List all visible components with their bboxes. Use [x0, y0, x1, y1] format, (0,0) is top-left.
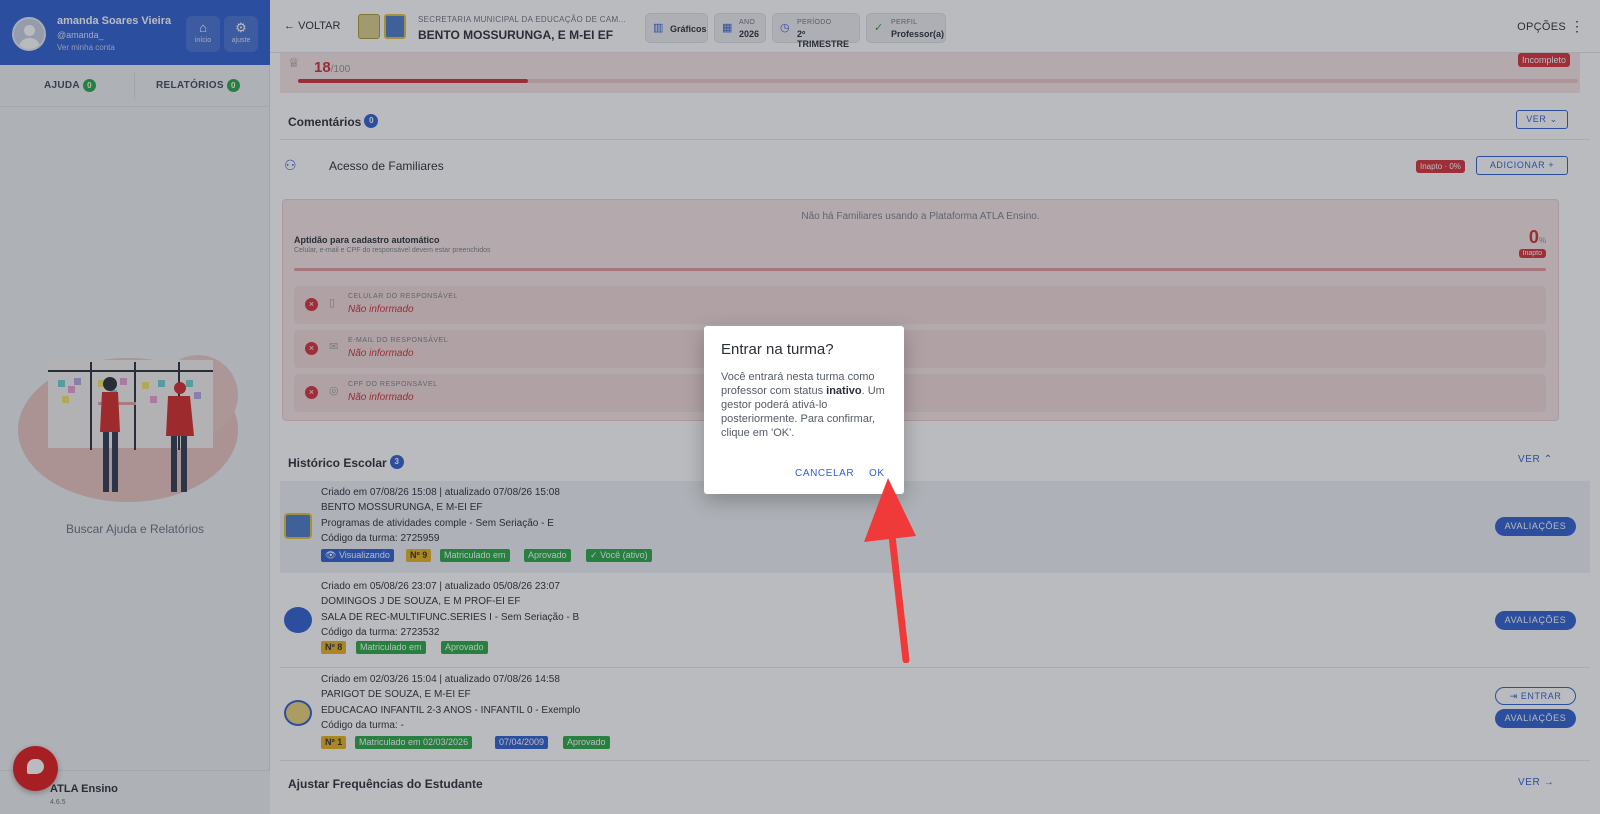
- cancel-button[interactable]: CANCELAR: [795, 468, 854, 479]
- dialog-body: Você entrará nesta turma como professor …: [721, 370, 893, 440]
- app-root: amanda Soares Vieira @amanda_ Ver minha …: [0, 0, 1600, 814]
- dialog-title: Entrar na turma?: [721, 341, 834, 358]
- dialog-body-bold: inativo: [826, 385, 862, 397]
- confirm-dialog: Entrar na turma? Você entrará nesta turm…: [704, 326, 904, 494]
- annotation-arrow: [864, 478, 916, 663]
